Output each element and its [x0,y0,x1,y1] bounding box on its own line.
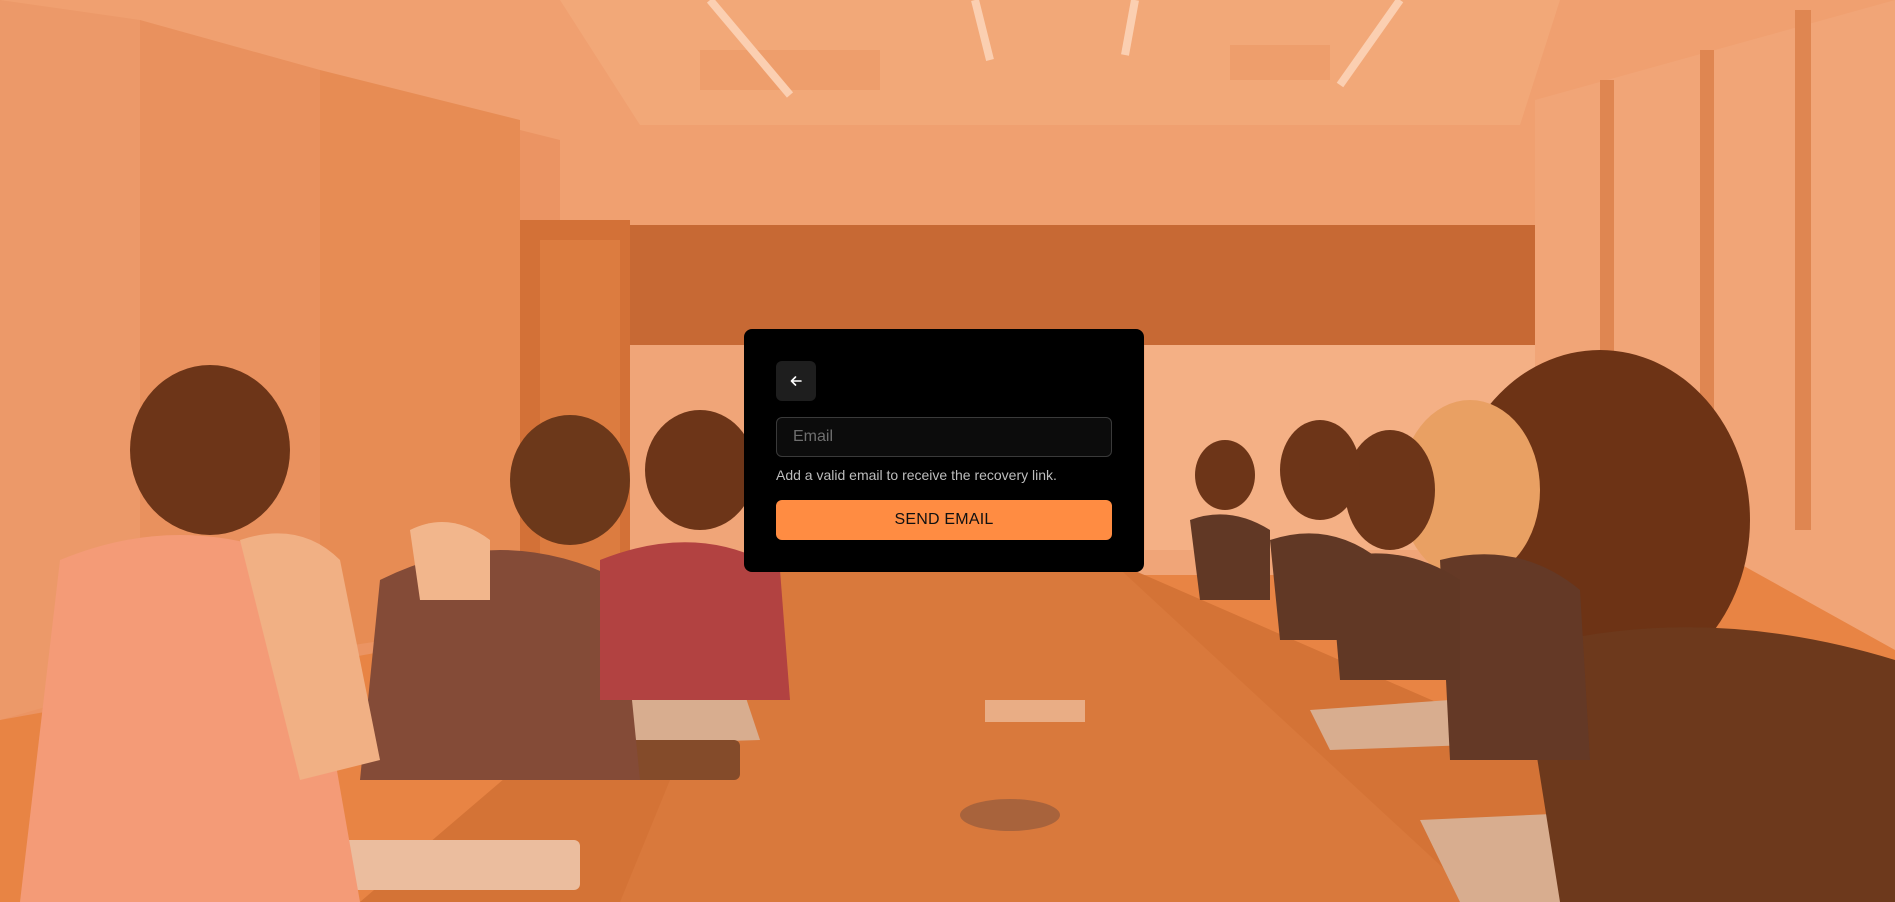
email-input[interactable] [776,417,1112,457]
back-button[interactable] [776,361,816,401]
send-email-button[interactable]: SEND EMAIL [776,500,1112,540]
arrow-left-icon [789,374,803,388]
recovery-card: Add a valid email to receive the recover… [744,329,1144,572]
helper-text: Add a valid email to receive the recover… [776,467,1057,483]
recovery-page: Add a valid email to receive the recover… [0,0,1895,902]
